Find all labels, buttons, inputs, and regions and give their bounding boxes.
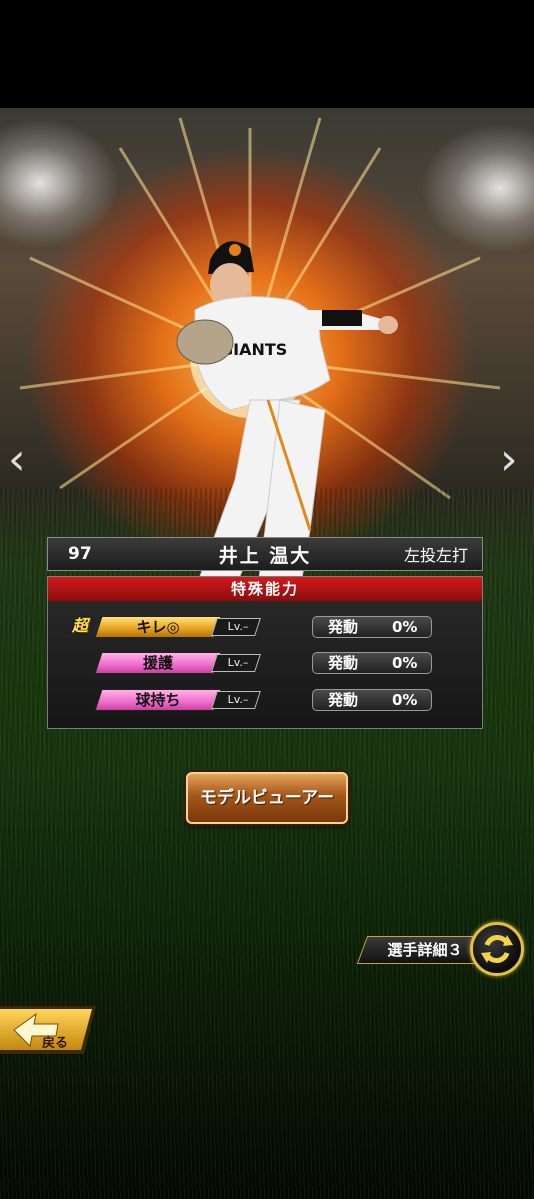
back-label: 戻る <box>42 1036 69 1051</box>
back-button[interactable]: 戻る <box>0 1000 100 1056</box>
activation-value: 0% <box>392 618 418 636</box>
player-info-bar: 97 井上 温大 左投左打 <box>47 537 483 571</box>
activation-value: 0% <box>392 654 418 672</box>
player-detail-label: 選手詳細３ <box>387 941 463 959</box>
player-throw-bat-type: 左投左打 <box>403 546 468 565</box>
ability-row[interactable]: 援護 Lv.– 発動 0% <box>48 650 484 678</box>
ability-name: キレ◎ <box>136 618 180 636</box>
ability-row[interactable]: 超 キレ◎ Lv.– 発動 0% <box>48 614 484 642</box>
activation-label: 発動 <box>328 691 359 709</box>
chevron-right-icon[interactable]: › <box>500 438 518 482</box>
ability-level: Lv.– <box>227 656 249 669</box>
ability-row[interactable]: 球持ち Lv.– 発動 0% <box>48 687 484 715</box>
chevron-left-icon[interactable]: ‹ <box>8 438 26 482</box>
model-viewer-button[interactable]: モデルビューアー <box>186 772 348 824</box>
ability-level: Lv.– <box>227 620 249 633</box>
activation-label: 発動 <box>328 618 359 636</box>
player-detail-group[interactable]: 選手詳細３ <box>356 920 532 976</box>
top-black-bar <box>0 0 534 108</box>
special-abilities-header: 特殊能力 <box>48 577 482 601</box>
ability-name: 援護 <box>142 654 173 672</box>
activation-label: 発動 <box>328 654 359 672</box>
cycle-detail-button[interactable] <box>470 922 524 976</box>
activation-value: 0% <box>392 691 418 709</box>
ability-level: Lv.– <box>227 693 249 706</box>
cycle-icon <box>481 935 513 963</box>
special-abilities-panel: 特殊能力 超 キレ◎ Lv.– 発動 0% 援護 Lv.– 発動 0% 球持ち … <box>47 576 483 729</box>
ability-name: 球持ち <box>135 691 181 709</box>
